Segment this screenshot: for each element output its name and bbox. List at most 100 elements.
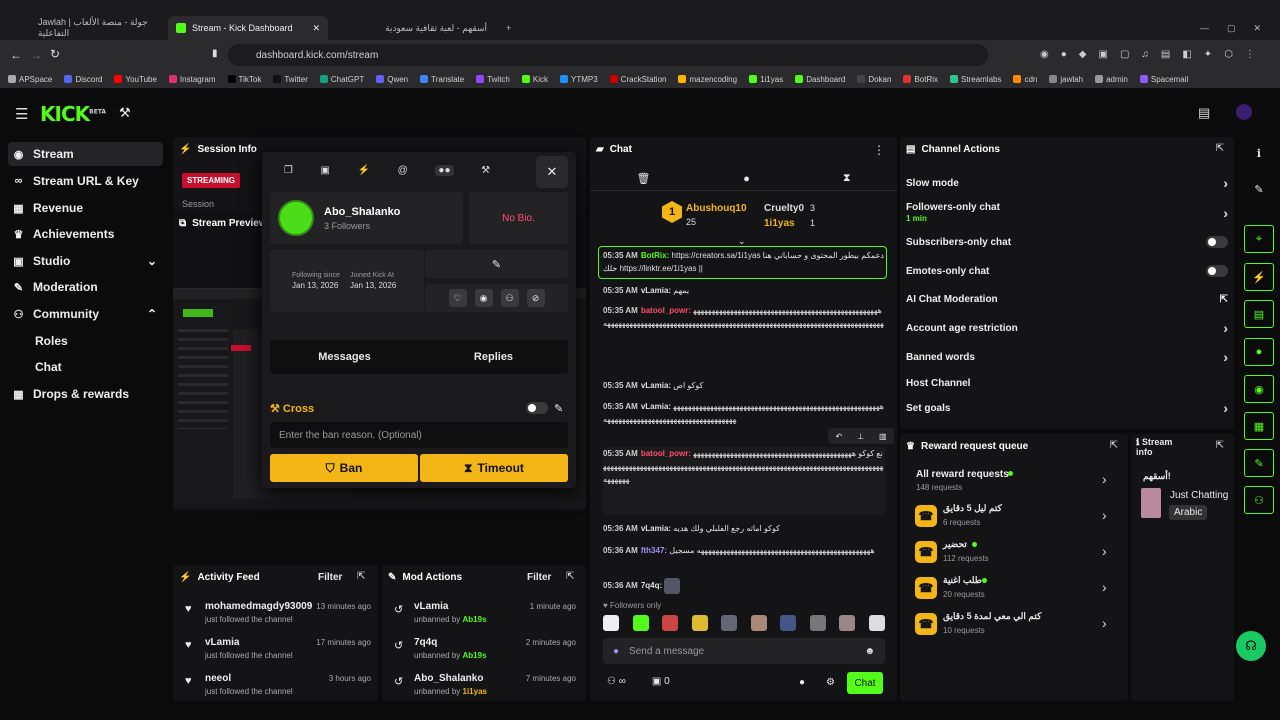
chat-message[interactable]: 05:35 AM vLamia: يمهم [603, 284, 885, 297]
chat-message[interactable]: 05:36 AM fth347: هههههههههههههههههههههههه… [603, 544, 885, 570]
emotes-only-toggle[interactable] [1206, 265, 1228, 277]
leader-2-name[interactable]: Cruelty0 [764, 203, 804, 214]
bookmark-item[interactable]: YTMP3 [560, 75, 598, 84]
bookmark-item[interactable]: Dokan [857, 75, 891, 84]
reward-item[interactable]: ☎ تحضير 112 requests › [915, 538, 1115, 568]
category-name[interactable]: Just Chatting [1170, 490, 1228, 501]
ban-toggle[interactable] [526, 402, 548, 414]
mod-tools-icon[interactable]: ⚒ [119, 105, 131, 121]
minimize-icon[interactable]: — [1200, 23, 1209, 33]
sidebar-item-community[interactable]: ⚇ Community ⌃ [8, 302, 163, 326]
eye-icon[interactable]: ◉ [474, 289, 493, 307]
emote-icon[interactable] [868, 615, 885, 631]
bookmark-item[interactable]: Instagram [168, 75, 216, 84]
hamburger-menu-icon[interactable]: ☰ [15, 105, 28, 123]
category-thumbnail[interactable] [1141, 488, 1161, 518]
chat-message[interactable]: 05:35 AM batool_powr: ههههههههههههههههههه… [603, 304, 885, 372]
msg-user[interactable]: vLamia: [641, 381, 671, 390]
bookmark-item[interactable]: Spacemail [1139, 75, 1188, 84]
msg-user[interactable]: BotRix: [641, 251, 669, 260]
bookmark-item[interactable]: Twitch [476, 75, 510, 84]
banned-words-row[interactable]: Banned words › [906, 346, 1228, 368]
sidebar-item-moderation[interactable]: ✎ Moderation [8, 275, 163, 299]
reply-icon[interactable]: ↶ [835, 432, 842, 441]
trash-icon[interactable]: ▥ [879, 432, 887, 441]
sidebar-item-stream[interactable]: ◉ Stream [8, 142, 163, 166]
close-button[interactable]: ✕ [536, 156, 568, 188]
chat-message[interactable]: 05:35 AM BotRix: https://creators.sa/1i1y… [603, 249, 885, 277]
emoji-icon[interactable]: ☻ [864, 646, 875, 657]
rail-broadcast-icon[interactable]: ◉ [1244, 375, 1274, 403]
edit-note-button[interactable]: ✎ [425, 250, 568, 278]
pencil-icon[interactable]: ✎ [1244, 175, 1274, 203]
avatar[interactable] [1236, 104, 1252, 120]
timeout-button[interactable]: ⧗ Timeout [420, 454, 568, 482]
close-tab-icon[interactable]: ✕ [312, 23, 320, 34]
bookmark-item[interactable]: admin [1095, 75, 1128, 84]
layout-icon[interactable]: ▤ [1198, 105, 1210, 121]
leader-3-name[interactable]: 1i1yas [764, 218, 795, 229]
followers-only-row[interactable]: Followers-only chat 1 min › [906, 201, 1228, 225]
rail-community-icon[interactable]: ⚇ [1244, 486, 1274, 514]
emote-icon[interactable] [839, 615, 856, 631]
reward-item[interactable]: ☎ كتم ليل 5 دقايق 6 requests › [915, 502, 1115, 532]
extension-icon[interactable]: ♫ [1141, 49, 1149, 60]
host-channel-row[interactable]: Host Channel [906, 372, 1228, 394]
popout-icon[interactable]: ⇱ [357, 571, 365, 582]
moderator-name[interactable]: 1i1yas [463, 687, 487, 696]
bookmark-item[interactable]: Discord [64, 75, 102, 84]
pencil-icon[interactable]: ✎ [554, 402, 563, 415]
popout-icon[interactable]: ⇱ [1110, 440, 1118, 451]
share-icon[interactable]: ⚇ ∞ [607, 676, 626, 687]
moderator-name[interactable]: Ab19s [463, 615, 487, 624]
bookmark-item[interactable]: Dashboard [795, 75, 845, 84]
set-goals-row[interactable]: Set goals › [906, 397, 1228, 419]
hourglass-icon[interactable]: ⧗ [843, 172, 851, 185]
account-age-row[interactable]: Account age restriction › [906, 317, 1228, 339]
tab-asqahum[interactable]: أسقهم - لعبة ثقافية سعودية [335, 16, 495, 40]
subscribers-only-toggle[interactable] [1206, 236, 1228, 248]
new-tab-icon[interactable]: + [498, 16, 518, 40]
all-rewards-row[interactable]: All reward requests 148 requests › [915, 468, 1115, 498]
bookmark-item[interactable]: Streamlabs [950, 75, 1001, 84]
tab-kick-dashboard[interactable]: Stream - Kick Dashboard ✕ [168, 16, 328, 40]
emote-icon[interactable] [809, 615, 826, 631]
chat-message[interactable]: 05:36 AM 7q4q: [603, 578, 885, 594]
bookmark-item[interactable]: Translate [420, 75, 464, 84]
tag-badge[interactable]: Arabic [1169, 505, 1208, 520]
extension-icon[interactable]: ◉ [1040, 49, 1049, 60]
emote-icon[interactable] [750, 615, 767, 631]
close-window-icon[interactable]: ✕ [1254, 23, 1262, 34]
bookmark-item[interactable]: CrackStation [609, 75, 666, 84]
extension-icon[interactable]: ▤ [1161, 49, 1170, 60]
bookmark-item[interactable]: 1i1yas [749, 75, 783, 84]
chat-menu-icon[interactable]: ⋮ [873, 143, 885, 157]
hammer-icon[interactable]: ⚒ [481, 165, 490, 176]
leader-1-name[interactable]: Abushouq10 [686, 203, 747, 214]
msg-user[interactable]: vLamia: [641, 286, 671, 295]
msg-user[interactable]: vLamia: [641, 402, 671, 411]
bookmark-item[interactable]: TikTok [227, 75, 261, 84]
block-icon[interactable]: ⊘ [526, 289, 545, 307]
avatar[interactable] [278, 200, 314, 236]
msg-user[interactable]: fth347: [641, 546, 667, 555]
camera-icon[interactable]: ▣ [320, 165, 329, 176]
emote-icon[interactable] [780, 615, 797, 631]
mod-action-item[interactable]: ↺ Abo_Shalanko unbanned by 1i1yas 7 minutes… [392, 673, 576, 707]
popout-icon[interactable]: ⇱ [1216, 143, 1224, 154]
sidebar-item-revenue[interactable]: ▦ Revenue [8, 196, 163, 220]
bookmark-item[interactable]: Kick [521, 75, 548, 84]
bookmark-item[interactable]: jawlah [1049, 75, 1083, 84]
extension-icon[interactable]: ◆ [1079, 49, 1087, 60]
rail-bolt-icon[interactable]: ⚡ [1244, 263, 1274, 291]
moderator-name[interactable]: Ab19s [463, 651, 487, 660]
msg-user[interactable]: 7q4q: [641, 581, 662, 590]
maximize-icon[interactable]: ▢ [1227, 23, 1236, 34]
emote-icon[interactable] [603, 615, 619, 631]
trash-icon[interactable]: 🗑︎ [636, 172, 650, 185]
activity-item[interactable]: ♥ neeol just followed the channel 3 hours a… [183, 673, 383, 707]
tab-messages[interactable]: Messages [270, 340, 419, 374]
emote-icon[interactable] [691, 615, 708, 631]
reload-icon[interactable]: ↻ [50, 47, 60, 61]
popout-icon[interactable]: ⇱ [566, 571, 574, 582]
